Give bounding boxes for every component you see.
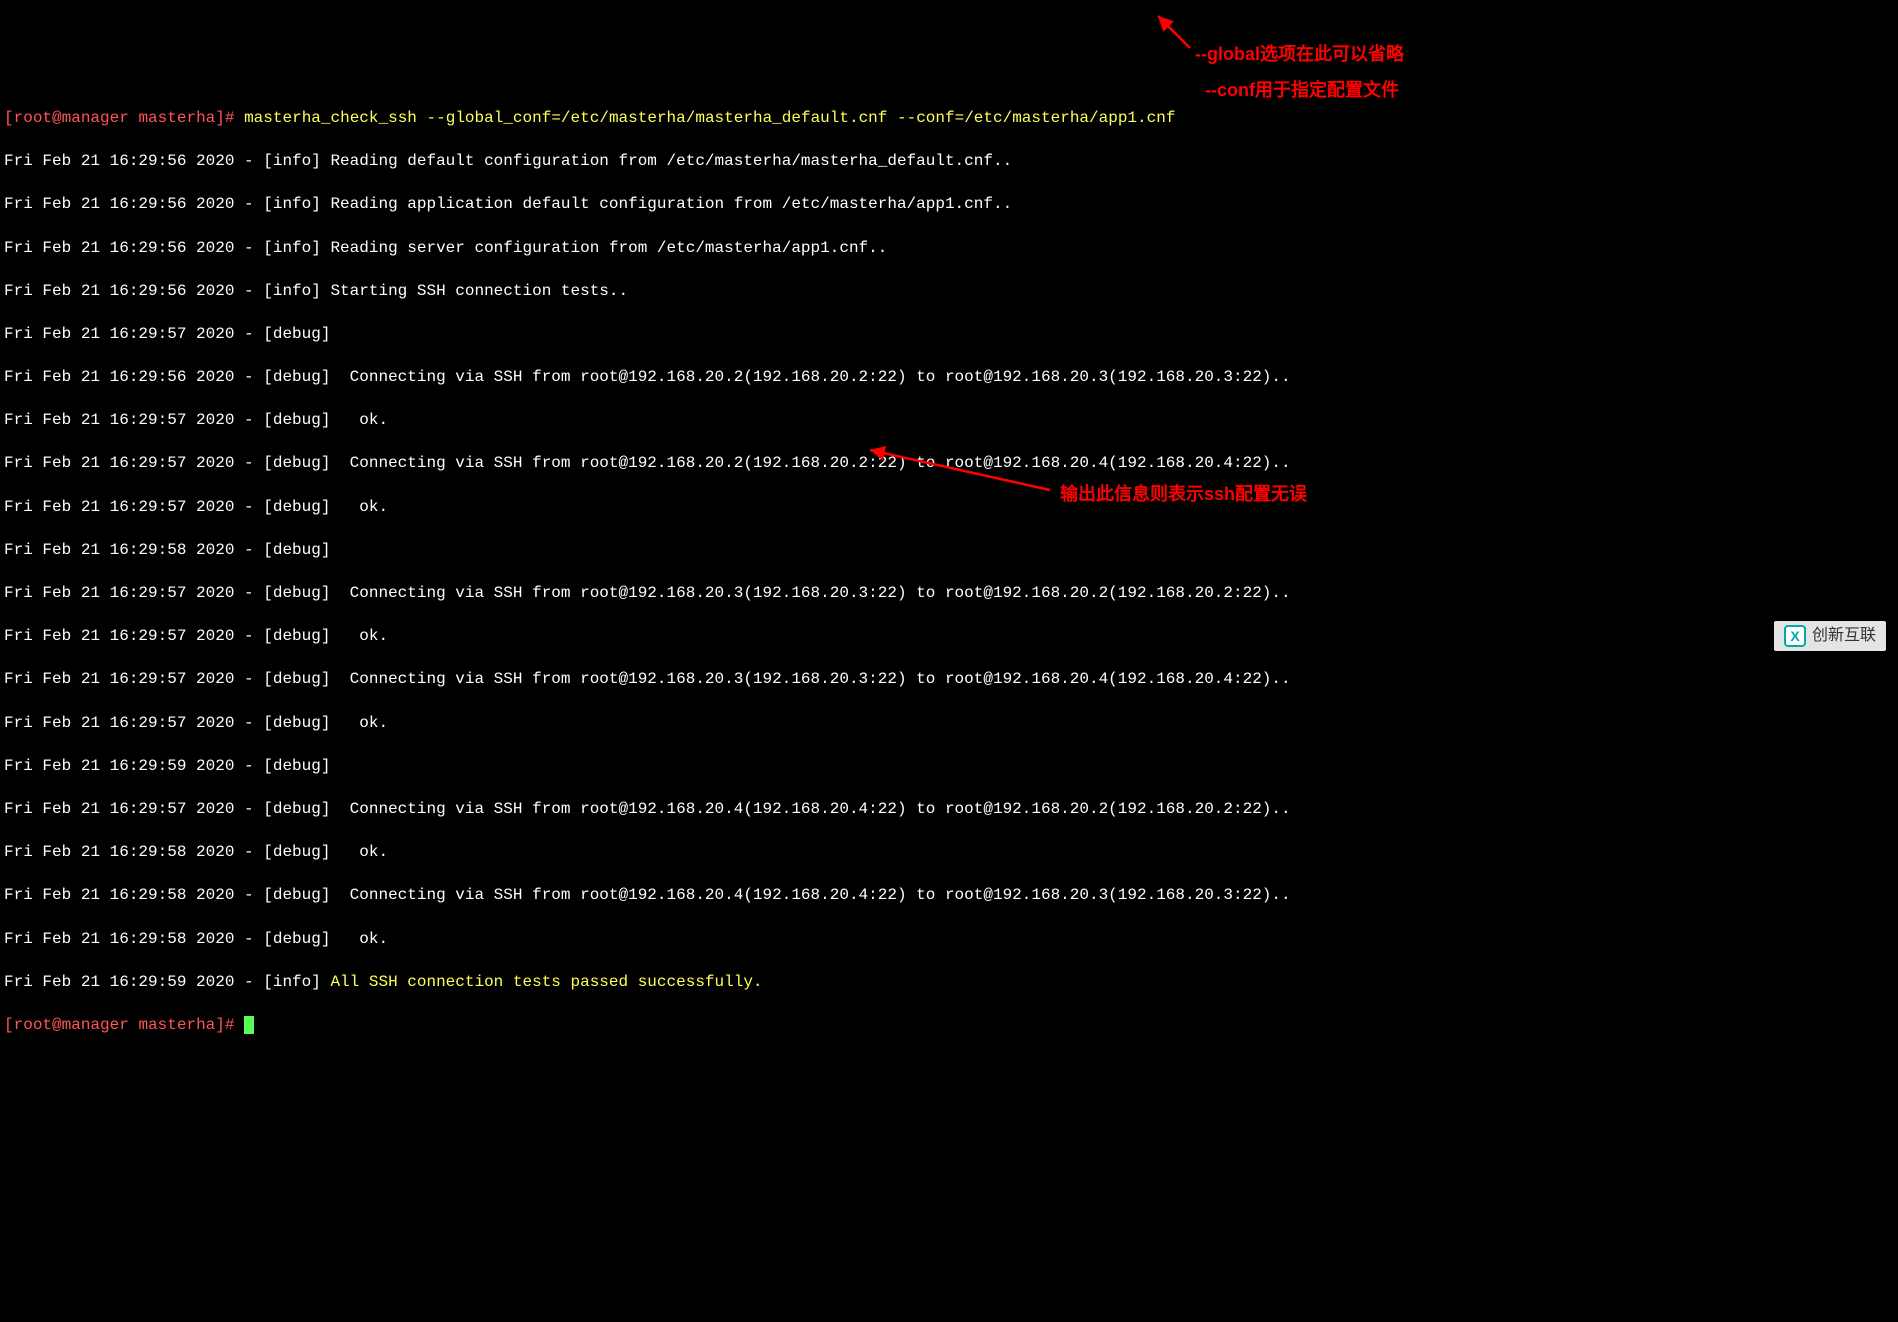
output-line: Fri Feb 21 16:29:57 2020 - [debug] ok.: [4, 410, 1894, 432]
logo-icon: X: [1784, 625, 1806, 647]
output-line: Fri Feb 21 16:29:57 2020 - [debug] Conne…: [4, 799, 1894, 821]
output-line: Fri Feb 21 16:29:56 2020 - [info] Readin…: [4, 194, 1894, 216]
cursor-icon: [244, 1016, 254, 1034]
prompt-bracket-open: [: [4, 1016, 14, 1034]
final-output-line: Fri Feb 21 16:29:59 2020 - [info] All SS…: [4, 972, 1894, 994]
prompt-bracket-close: ]: [215, 109, 225, 127]
output-line: Fri Feb 21 16:29:56 2020 - [info] Starti…: [4, 281, 1894, 303]
prompt-line: [root@manager masterha]#: [4, 1015, 1894, 1037]
prompt-path: masterha: [138, 109, 215, 127]
annotation-conf: --conf用于指定配置文件: [1205, 78, 1399, 102]
prompt-host: manager: [62, 109, 129, 127]
output-line: Fri Feb 21 16:29:56 2020 - [info] Readin…: [4, 151, 1894, 173]
watermark: X 创新互联: [1774, 621, 1886, 651]
prompt-user: root: [14, 109, 52, 127]
output-line: Fri Feb 21 16:29:58 2020 - [debug] Conne…: [4, 885, 1894, 907]
output-line: Fri Feb 21 16:29:57 2020 - [debug]: [4, 324, 1894, 346]
output-line: Fri Feb 21 16:29:57 2020 - [debug] ok.: [4, 713, 1894, 735]
prompt-space: [129, 109, 139, 127]
prompt-bracket-open: [: [4, 109, 14, 127]
command-line: [root@manager masterha]# masterha_check_…: [4, 108, 1894, 130]
prompt-space: [129, 1016, 139, 1034]
terminal[interactable]: [root@manager masterha]# masterha_check_…: [0, 86, 1898, 1058]
output-line: Fri Feb 21 16:29:57 2020 - [debug] ok.: [4, 626, 1894, 648]
success-message: All SSH connection tests passed successf…: [330, 973, 762, 991]
prompt-hash: #: [225, 1016, 244, 1034]
output-line: Fri Feb 21 16:29:58 2020 - [debug]: [4, 540, 1894, 562]
output-line: Fri Feb 21 16:29:58 2020 - [debug] ok.: [4, 929, 1894, 951]
output-line: Fri Feb 21 16:29:57 2020 - [debug] Conne…: [4, 453, 1894, 475]
prompt-hash: #: [225, 109, 244, 127]
prompt-host: manager: [62, 1016, 129, 1034]
output-line: Fri Feb 21 16:29:57 2020 - [debug] Conne…: [4, 583, 1894, 605]
prompt-user: root: [14, 1016, 52, 1034]
arrow-icon: [1150, 8, 1200, 58]
output-line: Fri Feb 21 16:29:57 2020 - [debug] ok.: [4, 497, 1894, 519]
output-line: Fri Feb 21 16:29:59 2020 - [debug]: [4, 756, 1894, 778]
annotation-success: 输出此信息则表示ssh配置无误: [1060, 482, 1307, 506]
output-line: Fri Feb 21 16:29:58 2020 - [debug] ok.: [4, 842, 1894, 864]
prompt-bracket-close: ]: [215, 1016, 225, 1034]
output-line: Fri Feb 21 16:29:57 2020 - [debug] Conne…: [4, 669, 1894, 691]
watermark-text: 创新互联: [1812, 625, 1876, 647]
final-prefix: Fri Feb 21 16:29:59 2020 - [info]: [4, 973, 330, 991]
annotation-global: --global选项在此可以省略: [1195, 42, 1404, 66]
prompt-path: masterha: [138, 1016, 215, 1034]
prompt-at: @: [52, 1016, 62, 1034]
output-line: Fri Feb 21 16:29:56 2020 - [info] Readin…: [4, 238, 1894, 260]
prompt-at: @: [52, 109, 62, 127]
typed-command: masterha_check_ssh --global_conf=/etc/ma…: [244, 109, 1175, 127]
output-line: Fri Feb 21 16:29:56 2020 - [debug] Conne…: [4, 367, 1894, 389]
